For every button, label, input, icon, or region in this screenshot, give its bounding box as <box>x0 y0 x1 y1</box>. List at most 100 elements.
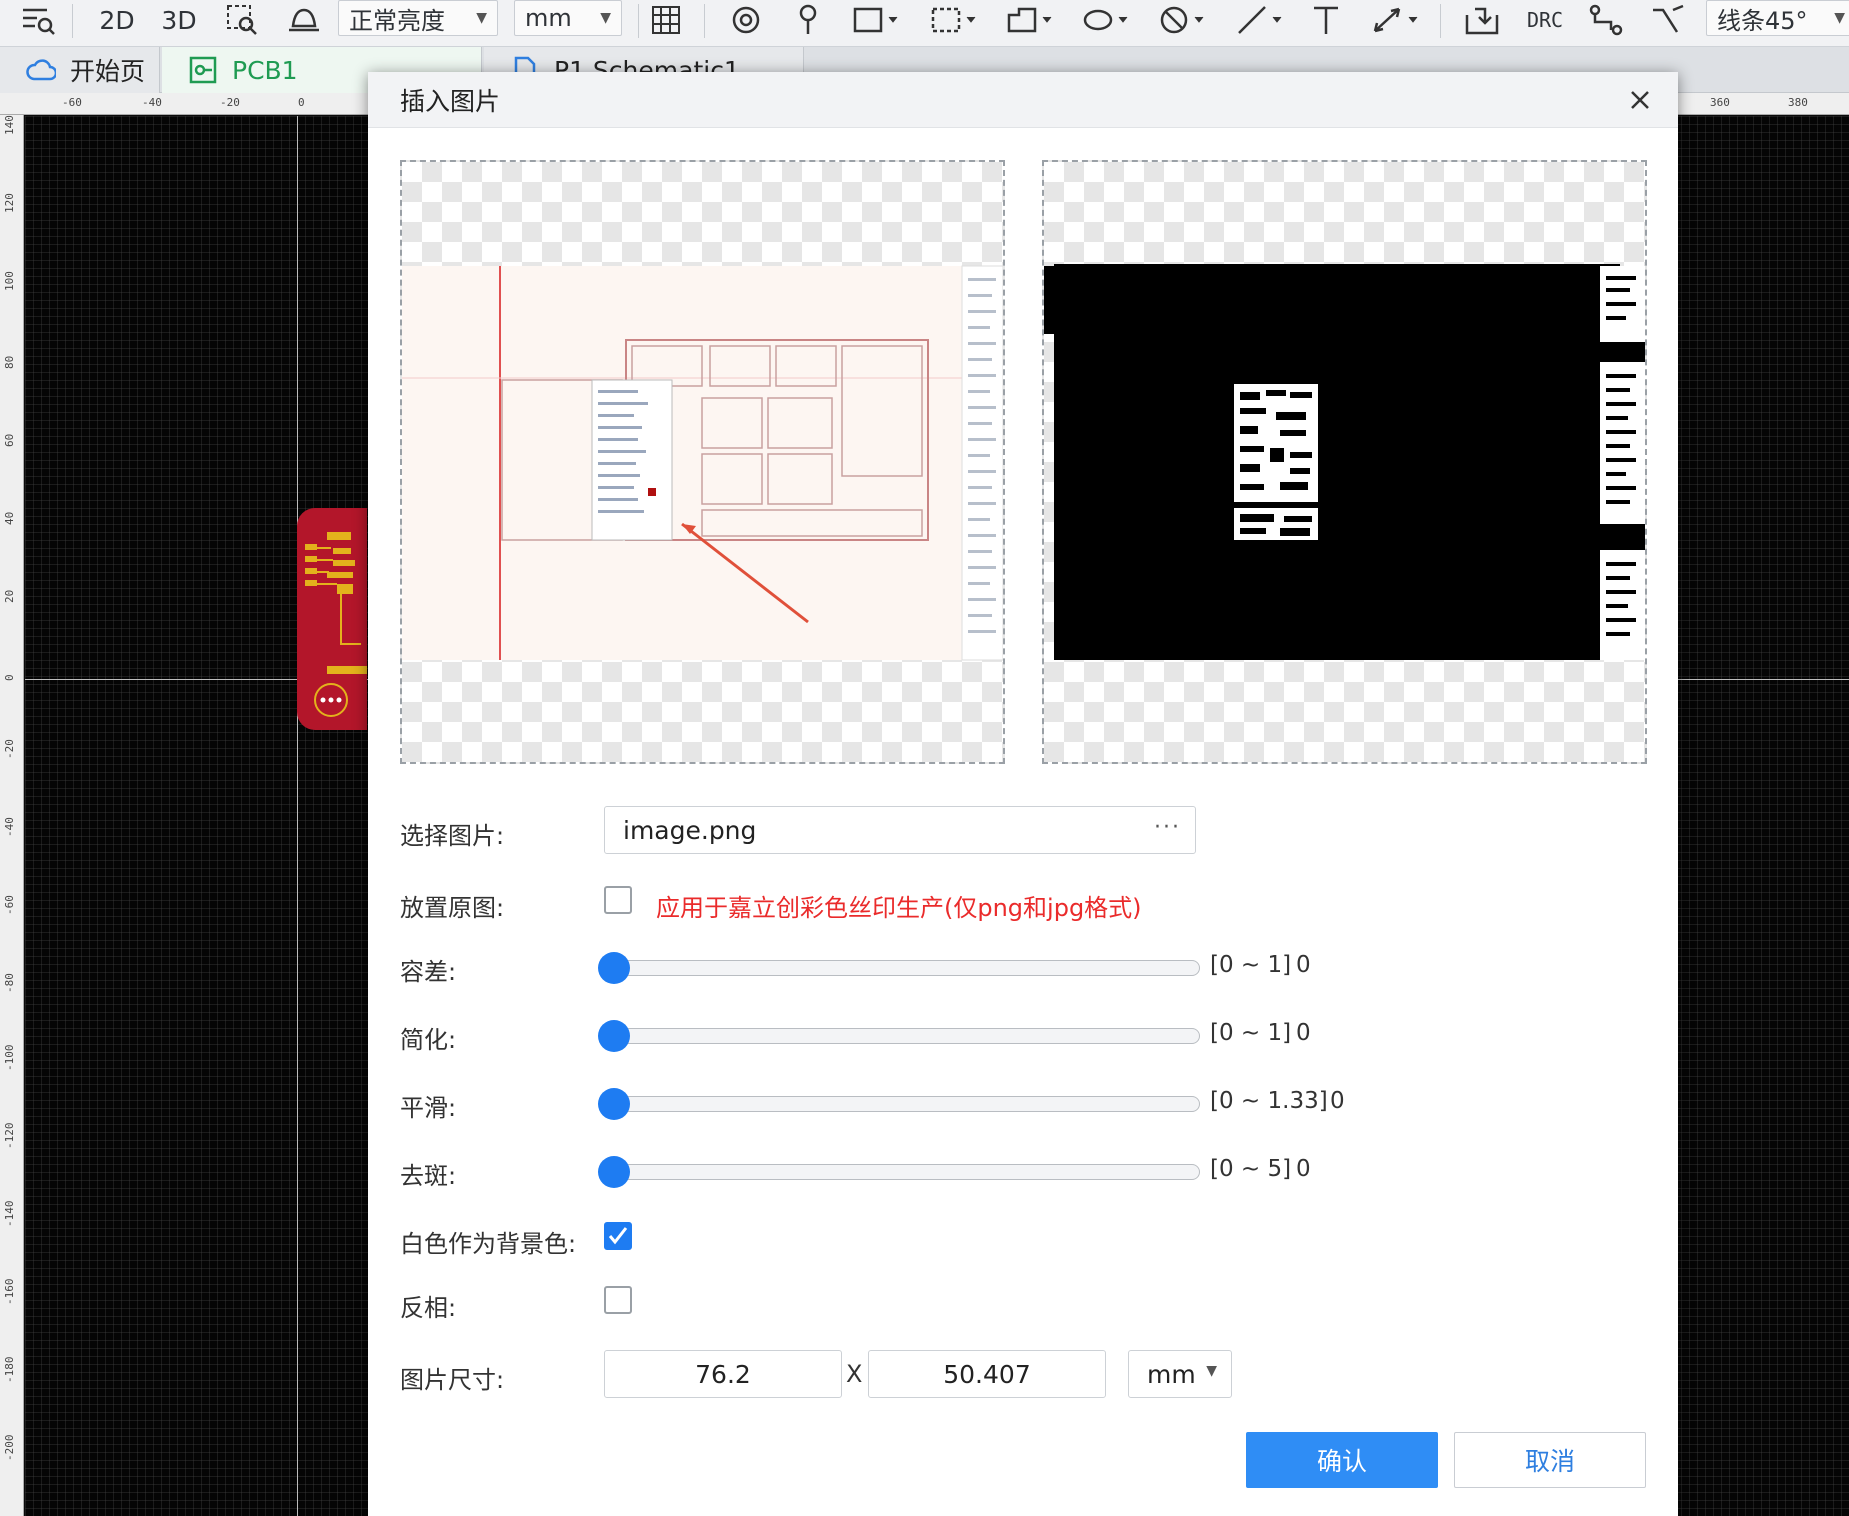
line-mode-value: 线条45° <box>1717 6 1808 35</box>
via-icon[interactable] <box>788 0 828 40</box>
invert-checkbox[interactable] <box>604 1286 632 1314</box>
select-image-input[interactable]: image.png ··· <box>604 806 1196 854</box>
smooth-slider-thumb[interactable] <box>598 1088 630 1120</box>
file-name: image.png <box>623 815 757 845</box>
ruler-tick-label: 120 <box>3 193 16 213</box>
original-image-preview <box>400 160 1005 764</box>
ruler-tick-label: -200 <box>3 1434 16 1462</box>
pcb-board-graphic[interactable] <box>297 508 367 730</box>
tolerance-range: [0 ~ 1] <box>1210 952 1292 978</box>
processed-image-thumbnail <box>1044 264 1645 660</box>
brightness-value: 正常亮度 <box>349 6 445 35</box>
ruler-tick-label: -120 <box>3 1122 16 1150</box>
simplify-range: [0 ~ 1] <box>1210 1020 1292 1046</box>
despeckle-label: 去斑: <box>400 1162 457 1190</box>
region-icon[interactable] <box>926 0 982 40</box>
image-width-input[interactable]: 76.2 <box>604 1350 842 1398</box>
size-unit-value: mm <box>1147 1359 1196 1389</box>
ruler-tick-label: -40 <box>142 96 162 109</box>
simplify-slider-thumb[interactable] <box>598 1020 630 1052</box>
no-connect-icon[interactable] <box>1154 0 1210 40</box>
place-original-hint: 应用于嘉立创彩色丝印生产(仅png和jpg格式) <box>656 894 1142 922</box>
chevron-down-icon: ▼ <box>1834 10 1845 26</box>
simplify-label: 简化: <box>400 1026 457 1054</box>
grid-icon[interactable] <box>646 0 686 40</box>
place-original-checkbox[interactable] <box>604 886 632 914</box>
select-image-label: 选择图片: <box>400 822 505 850</box>
processed-image-preview <box>1042 160 1647 764</box>
pcb-icon <box>189 56 217 84</box>
size-separator: X <box>846 1360 863 1388</box>
browse-icon[interactable]: ··· <box>1154 815 1181 840</box>
white-background-label: 白色作为背景色: <box>400 1230 577 1258</box>
despeckle-range: [0 ~ 5] <box>1210 1156 1292 1182</box>
smooth-value: 0 <box>1330 1088 1345 1114</box>
brightness-lamp-icon[interactable] <box>284 0 324 40</box>
tab-label: PCB1 <box>232 55 298 85</box>
view-3d-button[interactable]: 3D <box>156 0 202 40</box>
ruler-tick-label: -100 <box>3 1044 16 1072</box>
ruler-tick-label: -60 <box>62 96 82 109</box>
tab-start-page[interactable]: 开始页 <box>0 47 160 93</box>
ruler-tick-label: 0 <box>298 96 305 109</box>
polygon-icon[interactable] <box>1002 0 1058 40</box>
ruler-tick-label: -20 <box>3 739 16 759</box>
layer-list-icon[interactable] <box>18 0 58 40</box>
ellipse-icon[interactable] <box>1078 0 1134 40</box>
zoom-area-icon[interactable] <box>222 0 262 40</box>
ruler-tick-label: 100 <box>3 271 16 291</box>
route-icon[interactable] <box>1586 0 1626 40</box>
image-height-input[interactable]: 50.407 <box>868 1350 1106 1398</box>
units-select[interactable]: mm ▼ <box>514 0 622 36</box>
invert-label: 反相: <box>400 1294 457 1322</box>
line-mode-select[interactable]: 线条45° ▼ <box>1706 0 1849 36</box>
close-icon[interactable] <box>1624 84 1656 116</box>
simplify-slider-track[interactable] <box>604 1028 1200 1044</box>
ruler-tick-label: -140 <box>3 1200 16 1228</box>
ruler-tick-label: 0 <box>3 674 16 681</box>
smooth-slider-track[interactable] <box>604 1096 1200 1112</box>
ruler-tick-label: -20 <box>220 96 240 109</box>
ruler-tick-label: -160 <box>3 1278 16 1306</box>
dimension-icon[interactable] <box>1366 0 1426 40</box>
place-original-label: 放置原图: <box>400 894 505 922</box>
simplify-value: 0 <box>1296 1020 1311 1046</box>
dialog-title: 插入图片 <box>400 86 501 116</box>
ruler-tick-label: -80 <box>3 973 16 993</box>
ruler-tick-label: 60 <box>3 433 16 447</box>
ruler-tick-label: 20 <box>3 589 16 603</box>
ruler-tick-label: 40 <box>3 511 16 525</box>
text-icon[interactable] <box>1306 0 1346 40</box>
pad-icon[interactable] <box>726 0 766 40</box>
brightness-select[interactable]: 正常亮度 ▼ <box>338 0 498 36</box>
despeckle-slider-thumb[interactable] <box>598 1156 630 1188</box>
original-image-thumbnail <box>402 265 1003 661</box>
import-icon[interactable] <box>1462 0 1502 40</box>
confirm-button[interactable]: 确认 <box>1246 1432 1438 1488</box>
drc-button[interactable]: DRC <box>1520 0 1570 40</box>
tolerance-slider-track[interactable] <box>604 960 1200 976</box>
smooth-label: 平滑: <box>400 1094 457 1122</box>
tolerance-slider-thumb[interactable] <box>598 952 630 984</box>
chevron-down-icon: ▼ <box>476 10 487 26</box>
view-2d-button[interactable]: 2D <box>94 0 140 40</box>
checkmark-icon <box>608 1227 628 1245</box>
ruler-tick-label: -40 <box>3 817 16 837</box>
line-icon[interactable] <box>1232 0 1288 40</box>
angle-icon[interactable] <box>1648 0 1688 40</box>
ruler-tick-label: 380 <box>1788 96 1808 109</box>
smooth-range: [0 ~ 1.33] <box>1210 1088 1328 1114</box>
tolerance-label: 容差: <box>400 958 457 986</box>
units-value: mm <box>525 4 572 32</box>
chevron-down-icon: ▼ <box>600 10 611 26</box>
tab-label: 开始页 <box>70 57 146 86</box>
ruler-tick-label: -180 <box>3 1356 16 1384</box>
despeckle-slider-track[interactable] <box>604 1164 1200 1180</box>
insert-image-dialog: 插入图片 选择图片: image.png ··· 放置原图: 应用于嘉立创彩色丝… <box>368 72 1678 1516</box>
size-unit-select[interactable]: mm ▼ <box>1128 1350 1232 1398</box>
cancel-button[interactable]: 取消 <box>1454 1432 1646 1488</box>
rectangle-icon[interactable] <box>848 0 904 40</box>
despeckle-value: 0 <box>1296 1156 1311 1182</box>
cloud-icon <box>26 59 56 81</box>
white-background-checkbox[interactable] <box>604 1222 632 1250</box>
